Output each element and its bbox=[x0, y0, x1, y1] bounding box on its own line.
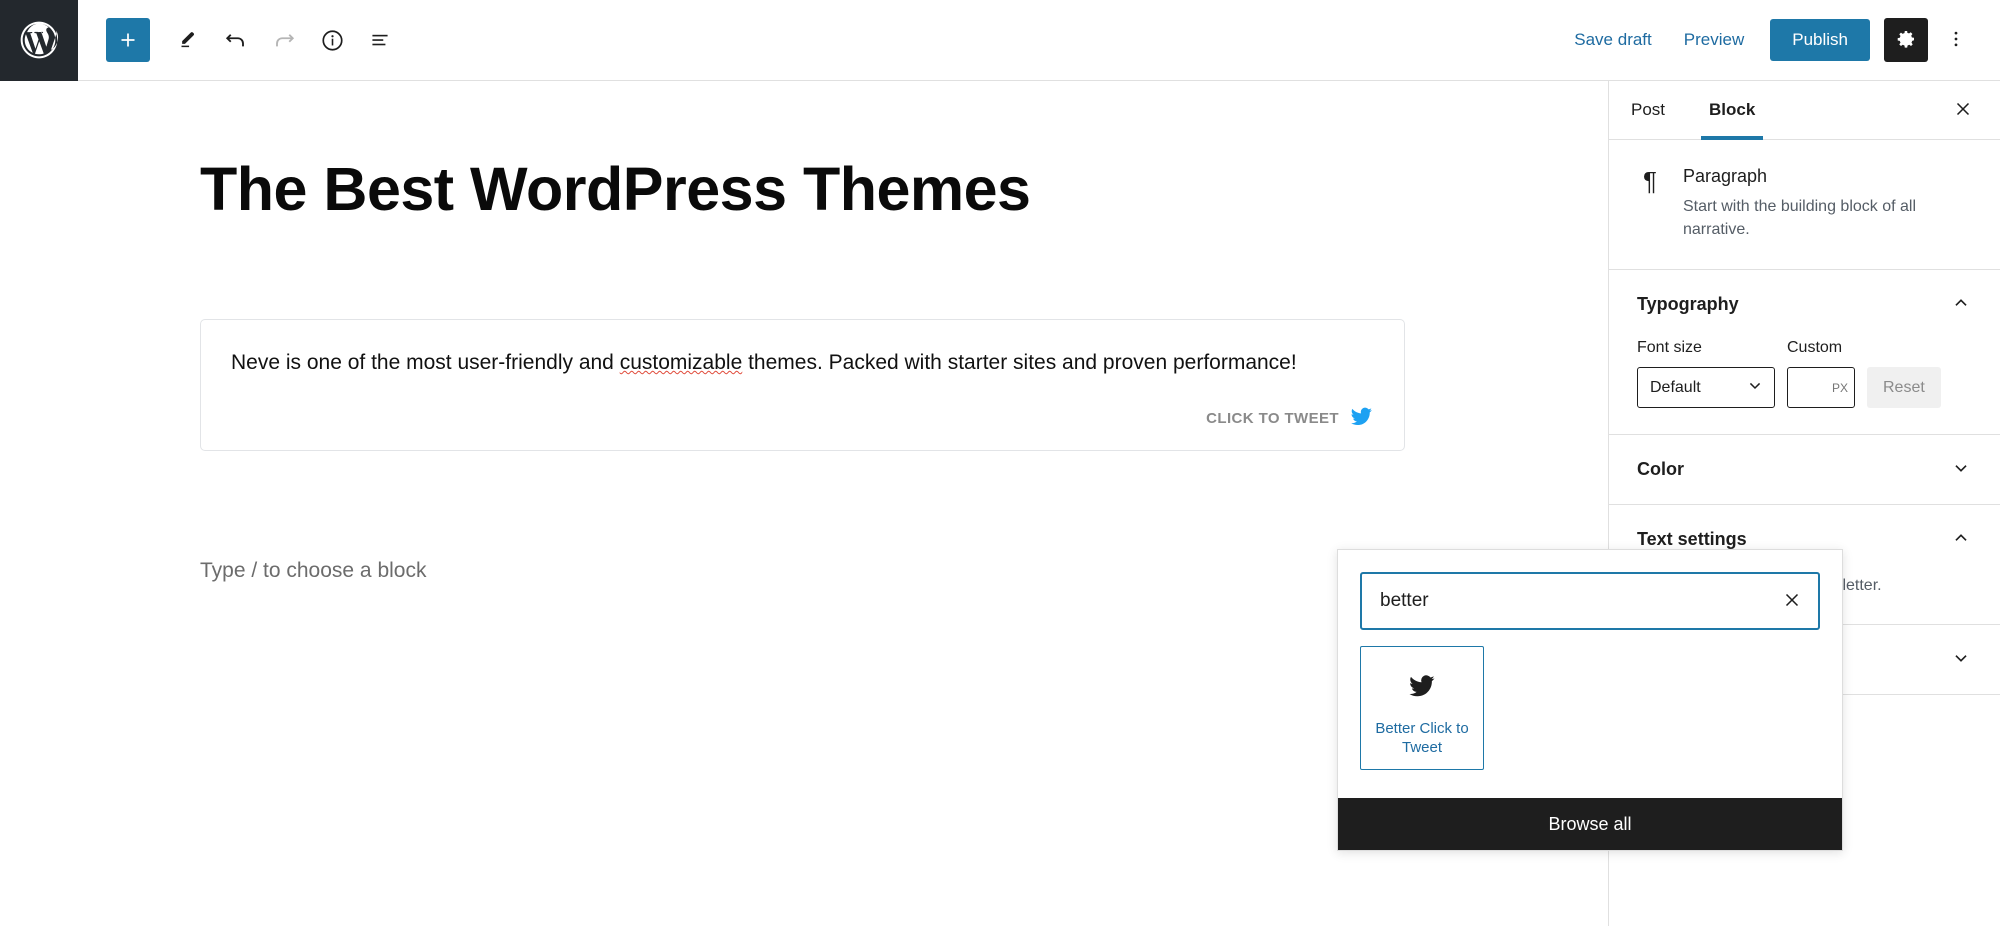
click-to-tweet-label: CLICK TO TWEET bbox=[1206, 410, 1339, 428]
redo-arrow-icon bbox=[270, 26, 298, 54]
empty-paragraph-block[interactable]: Type / to choose a block bbox=[200, 559, 1405, 583]
twitter-bird-icon bbox=[1349, 404, 1374, 434]
panel-typography: Typography Font size Default Custom PX R… bbox=[1609, 270, 2000, 436]
close-icon bbox=[1781, 589, 1803, 614]
chevron-up-icon bbox=[1950, 292, 1972, 317]
custom-font-size-input[interactable] bbox=[1787, 367, 1855, 409]
wordpress-block-editor: Save draft Preview Publish The Best Word… bbox=[0, 0, 2000, 926]
toolbar-right-group: Save draft Preview Publish bbox=[1558, 18, 2000, 62]
list-view-icon bbox=[367, 27, 393, 53]
click-to-tweet-cta[interactable]: CLICK TO TWEET bbox=[231, 404, 1374, 434]
block-inserter-popover: Better Click to Tweet Browse all bbox=[1337, 549, 1843, 851]
page-title[interactable]: The Best WordPress Themes bbox=[200, 155, 1400, 223]
undo-arrow-icon bbox=[222, 26, 250, 54]
info-circle-icon bbox=[319, 27, 346, 54]
more-options-button[interactable] bbox=[1934, 18, 1978, 62]
block-result-label: Better Click to Tweet bbox=[1375, 720, 1469, 756]
add-block-button[interactable] bbox=[106, 18, 150, 62]
panel-typography-title: Typography bbox=[1637, 294, 1739, 315]
list-view-button[interactable] bbox=[356, 16, 404, 64]
block-name: Paragraph bbox=[1683, 166, 1768, 186]
tweet-text-part1: Neve is one of the most user-friendly an… bbox=[231, 351, 620, 374]
panel-typography-header[interactable]: Typography bbox=[1609, 270, 2000, 339]
reset-font-size-button[interactable]: Reset bbox=[1867, 367, 1941, 409]
plus-icon bbox=[115, 27, 141, 53]
toolbar-left-group bbox=[78, 16, 404, 64]
click-to-tweet-block[interactable]: Neve is one of the most user-friendly an… bbox=[200, 319, 1405, 451]
custom-font-size-field: Custom PX bbox=[1787, 339, 1855, 409]
font-size-select[interactable]: Default bbox=[1637, 367, 1775, 409]
tweet-text-part2: themes. Packed with starter sites and pr… bbox=[742, 351, 1297, 374]
pencil-icon bbox=[175, 27, 201, 53]
sidebar-tabs: Post Block bbox=[1609, 81, 2000, 140]
search-input[interactable] bbox=[1360, 572, 1820, 630]
wordpress-logo-button[interactable] bbox=[0, 0, 78, 81]
font-size-field: Font size Default bbox=[1637, 339, 1775, 409]
tab-block[interactable]: Block bbox=[1687, 81, 1777, 140]
tweet-text-misspelled-word: customizable bbox=[619, 351, 743, 374]
more-vertical-icon bbox=[1945, 28, 1967, 53]
panel-typography-body: Font size Default Custom PX Reset bbox=[1609, 339, 2000, 434]
browse-all-button[interactable]: Browse all bbox=[1338, 798, 1842, 850]
close-sidebar-button[interactable] bbox=[1942, 89, 1984, 131]
chevron-down-icon bbox=[1950, 457, 1972, 482]
empty-paragraph-placeholder: Type / to choose a block bbox=[200, 559, 427, 582]
panel-text-settings-title: Text settings bbox=[1637, 529, 1747, 550]
close-icon bbox=[1952, 98, 1974, 123]
publish-button[interactable]: Publish bbox=[1770, 19, 1870, 61]
custom-label: Custom bbox=[1787, 339, 1843, 357]
undo-button[interactable] bbox=[212, 16, 260, 64]
tab-post[interactable]: Post bbox=[1609, 81, 1687, 139]
gear-icon bbox=[1894, 27, 1918, 54]
font-size-label: Font size bbox=[1637, 339, 1702, 357]
post-info-button[interactable] bbox=[308, 16, 356, 64]
inserter-search-wrap bbox=[1360, 572, 1820, 630]
twitter-bird-icon bbox=[1407, 671, 1437, 704]
pilcrow-glyph: ¶ bbox=[1643, 166, 1657, 196]
save-draft-button[interactable]: Save draft bbox=[1558, 20, 1668, 60]
block-info-text: Paragraph Start with the building block … bbox=[1683, 166, 1972, 241]
inserter-results: Better Click to Tweet bbox=[1338, 646, 1842, 798]
font-size-controls: Font size Default Custom PX Reset bbox=[1637, 339, 1972, 409]
panel-color-title: Color bbox=[1637, 459, 1684, 480]
chevron-up-icon bbox=[1950, 527, 1972, 552]
wordpress-logo-icon bbox=[17, 18, 61, 62]
edit-tool-button[interactable] bbox=[164, 16, 212, 64]
inserter-search-area bbox=[1338, 550, 1842, 646]
block-description: Start with the building block of all nar… bbox=[1683, 198, 1917, 239]
preview-button[interactable]: Preview bbox=[1668, 20, 1760, 60]
redo-button[interactable] bbox=[260, 16, 308, 64]
chevron-down-icon bbox=[1950, 647, 1972, 672]
custom-input-wrap: PX bbox=[1787, 367, 1855, 409]
font-size-select-wrap: Default bbox=[1637, 367, 1775, 409]
panel-color-header[interactable]: Color bbox=[1609, 435, 2000, 504]
panel-color: Color bbox=[1609, 435, 2000, 506]
clear-search-button[interactable] bbox=[1772, 581, 1812, 621]
tweet-text[interactable]: Neve is one of the most user-friendly an… bbox=[231, 348, 1374, 378]
selected-block-info: ¶ Paragraph Start with the building bloc… bbox=[1609, 140, 2000, 271]
settings-button[interactable] bbox=[1884, 18, 1928, 62]
pilcrow-icon: ¶ bbox=[1637, 166, 1663, 241]
block-result-better-click-to-tweet[interactable]: Better Click to Tweet bbox=[1360, 646, 1484, 770]
editor-toolbar: Save draft Preview Publish bbox=[0, 0, 2000, 81]
